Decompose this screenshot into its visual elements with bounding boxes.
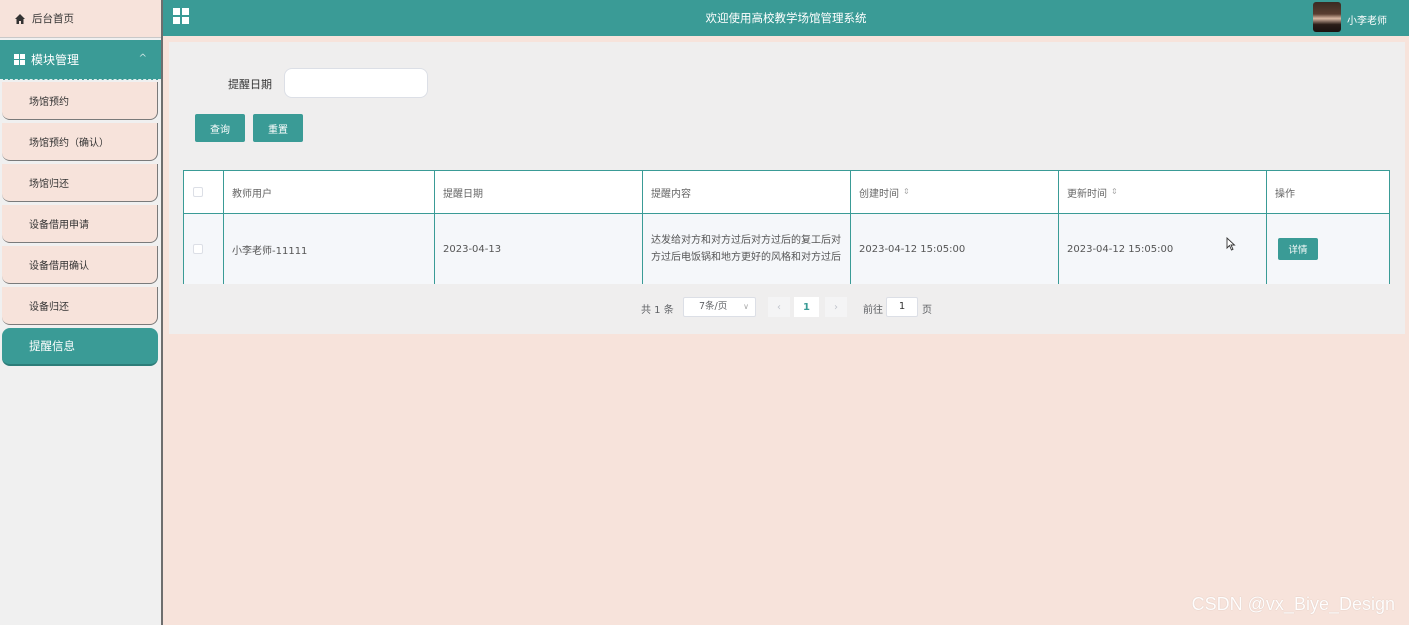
cell-teacher: 小李老师-11111 [224, 214, 435, 284]
sidebar-group-label: 模块管理 [31, 53, 80, 67]
sidebar-item-label: 设备归还 [29, 302, 69, 313]
column-header-remind-date: 提醒日期 [435, 171, 643, 213]
column-header-updated-label: 更新时间 [1067, 188, 1107, 200]
page-size-value: 7条/页 [699, 301, 728, 312]
username[interactable]: 小李老师 [1347, 12, 1387, 27]
row-checkbox[interactable] [193, 244, 203, 254]
page-suffix: 页 [922, 305, 932, 316]
cell-created: 2023-04-12 15:05:00 [851, 214, 1059, 284]
chevron-right-icon: › [834, 301, 838, 313]
sidebar-item-label: 设备借用确认 [29, 261, 89, 272]
table-row: 小李老师-11111 2023-04-13 达发给对方和对方过后对方过后的复工后… [183, 214, 1390, 284]
sidebar: 后台首页 模块管理 ^ 场馆预约 场馆预约（确认） 场馆归还 设备借用申请 设备… [0, 0, 163, 625]
column-header-updated[interactable]: 更新时间 ⇕ [1059, 171, 1267, 213]
column-header-created[interactable]: 创建时间 ⇕ [851, 171, 1059, 213]
grid-icon [14, 54, 25, 65]
cell-content: 达发给对方和对方过后对方过后的复工后对方过后电饭锅和地方更好的风格和对方过后 [643, 214, 851, 284]
cell-actions: 详情 [1267, 214, 1388, 284]
table-header: 教师用户 提醒日期 提醒内容 创建时间 ⇕ 更新时间 ⇕ 操作 [183, 170, 1390, 214]
select-all-checkbox[interactable] [193, 187, 203, 197]
sidebar-item-label: 场馆归还 [29, 179, 69, 190]
sidebar-home-label: 后台首页 [32, 13, 74, 25]
chevron-down-icon: ∨ [743, 302, 749, 311]
sidebar-item-label: 场馆预约（确认） [29, 138, 109, 149]
remind-date-label: 提醒日期 [228, 78, 272, 91]
sidebar-item-label: 提醒信息 [29, 339, 75, 353]
sidebar-item-label: 设备借用申请 [29, 220, 89, 231]
watermark: CSDN @vx_Biye_Design [1191, 594, 1395, 614]
goto-page-input[interactable]: 1 [886, 297, 918, 317]
sidebar-item-venue-booking-confirm[interactable]: 场馆预约（确认） [2, 123, 158, 161]
next-page-button[interactable]: › [825, 297, 847, 317]
sidebar-item-venue-booking[interactable]: 场馆预约 [2, 82, 158, 120]
sort-icon[interactable]: ⇕ [903, 188, 910, 196]
sidebar-item-label: 场馆预约 [29, 97, 69, 108]
avatar[interactable] [1313, 2, 1341, 32]
header-select-all[interactable] [184, 171, 224, 213]
pagination-total: 共 1 条 [641, 305, 674, 316]
prev-page-button[interactable]: ‹ [768, 297, 790, 317]
sidebar-item-equipment-borrow-apply[interactable]: 设备借用申请 [2, 205, 158, 243]
home-icon [15, 13, 25, 24]
sidebar-home[interactable]: 后台首页 [0, 0, 161, 38]
top-header: 欢迎使用高校教学场馆管理系统 小李老师 [163, 0, 1409, 36]
page-number-current[interactable]: 1 [794, 297, 819, 317]
remind-date-input[interactable] [284, 68, 428, 98]
column-header-created-label: 创建时间 [859, 188, 899, 200]
column-header-content: 提醒内容 [643, 171, 851, 213]
sidebar-item-reminders[interactable]: 提醒信息 [2, 328, 158, 366]
page-size-select[interactable]: 7条/页 ∨ [683, 297, 756, 317]
sidebar-group-module-management[interactable]: 模块管理 ^ [0, 40, 161, 80]
reset-button[interactable]: 重置 [253, 114, 303, 142]
chevron-up-icon: ^ [138, 53, 147, 64]
page-title: 欢迎使用高校教学场馆管理系统 [705, 11, 867, 25]
chevron-left-icon: ‹ [777, 301, 781, 313]
sidebar-item-equipment-return[interactable]: 设备归还 [2, 287, 158, 325]
content-panel: 提醒日期 查询 重置 教师用户 提醒日期 提醒内容 创建时间 ⇕ 更新时间 ⇕ 操作… [169, 42, 1405, 334]
pagination: 共 1 条 7条/页 ∨ ‹ 1 › 前往 1 页 [169, 297, 1405, 317]
goto-label: 前往 [863, 305, 883, 316]
detail-button[interactable]: 详情 [1278, 238, 1318, 260]
sidebar-item-equipment-borrow-confirm[interactable]: 设备借用确认 [2, 246, 158, 284]
sort-icon[interactable]: ⇕ [1111, 188, 1118, 196]
column-header-actions: 操作 [1275, 188, 1295, 200]
query-button[interactable]: 查询 [195, 114, 245, 142]
mouse-cursor-icon [1226, 237, 1236, 251]
sidebar-item-venue-return[interactable]: 场馆归还 [2, 164, 158, 202]
cell-remind-date: 2023-04-13 [435, 214, 643, 284]
row-select[interactable] [184, 214, 224, 284]
column-header-teacher: 教师用户 [224, 171, 435, 213]
